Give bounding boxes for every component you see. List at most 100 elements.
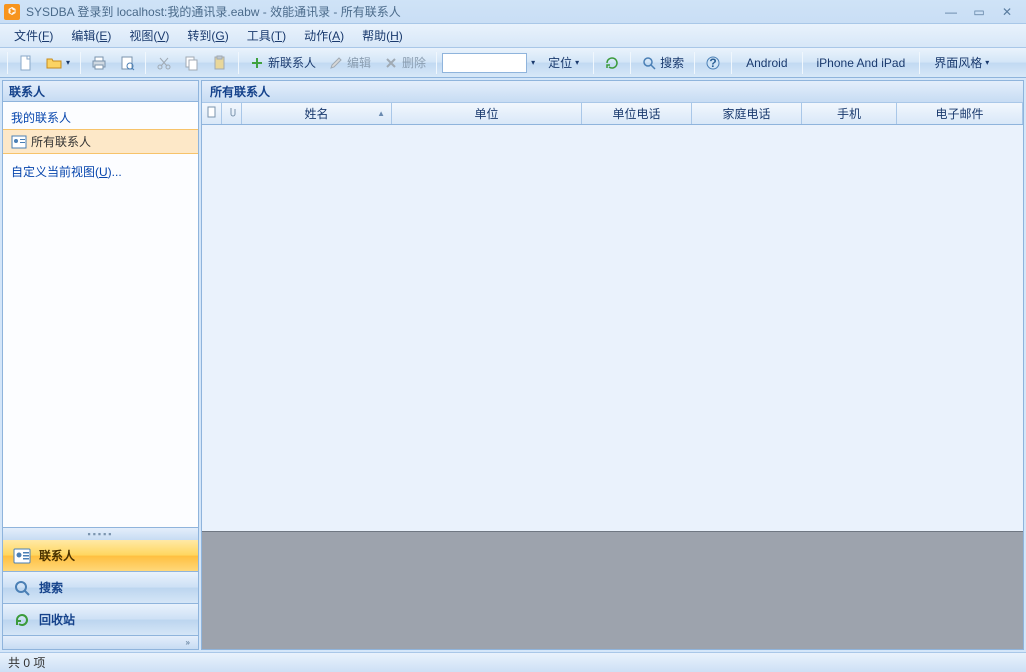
- page-small-icon: [206, 106, 218, 121]
- toolbar-separator: [80, 52, 81, 74]
- magnifier-icon: [13, 579, 31, 597]
- toolbar-separator: [238, 52, 239, 74]
- plus-icon: [249, 55, 265, 71]
- tree-my-contacts[interactable]: 我的联系人: [3, 106, 198, 129]
- nav-contacts-label: 联系人: [39, 547, 75, 564]
- grid-header: 姓名 单位 单位电话 家庭电话 手机 电子邮件: [202, 103, 1023, 125]
- col-home-phone[interactable]: 家庭电话: [692, 103, 802, 124]
- col-flag[interactable]: [202, 103, 222, 124]
- dropdown-caret-icon: ▾: [575, 58, 579, 67]
- menu-goto[interactable]: 转到(G): [179, 25, 236, 46]
- preview-pane: [202, 531, 1023, 649]
- sidebar-tree: 我的联系人 所有联系人 自定义当前视图(U)...: [2, 102, 199, 528]
- window-title: SYSDBA 登录到 localhost:我的通讯录.eabw - 效能通讯录 …: [26, 3, 942, 20]
- new-contact-label: 新联系人: [268, 54, 316, 71]
- toolbar-separator: [694, 52, 695, 74]
- menu-view[interactable]: 视图(V): [121, 25, 177, 46]
- menu-action[interactable]: 动作(A): [296, 25, 352, 46]
- help-button[interactable]: ?: [700, 52, 726, 74]
- toolbar-separator: [919, 52, 920, 74]
- copy-button[interactable]: [179, 52, 205, 74]
- folder-open-icon: [46, 55, 62, 71]
- new-contact-button[interactable]: 新联系人: [244, 52, 321, 74]
- maximize-button[interactable]: ▭: [970, 5, 988, 19]
- nav-recycle[interactable]: 回收站: [2, 604, 199, 636]
- print-preview-button[interactable]: [114, 52, 140, 74]
- menu-edit[interactable]: 编辑(E): [63, 25, 119, 46]
- menu-tools[interactable]: 工具(T): [239, 25, 294, 46]
- app-icon: ⌬: [4, 4, 20, 20]
- menu-bar: 文件(F) 编辑(E) 视图(V) 转到(G) 工具(T) 动作(A) 帮助(H…: [0, 24, 1026, 48]
- toolbar: ▾ 新联系人 编辑 删除 ▾ 定位 ▾ 搜索 ?: [0, 48, 1026, 78]
- nav-contacts[interactable]: 联系人: [2, 540, 199, 572]
- grid-body[interactable]: [202, 125, 1023, 531]
- delete-button[interactable]: 删除: [378, 52, 431, 74]
- toolbar-separator: [593, 52, 594, 74]
- recycle-icon: [13, 611, 31, 629]
- col-work-phone[interactable]: 单位电话: [582, 103, 692, 124]
- iphone-button[interactable]: iPhone And iPad: [808, 52, 915, 74]
- minimize-button[interactable]: —: [942, 5, 960, 19]
- cut-button[interactable]: [151, 52, 177, 74]
- toolbar-separator: [436, 52, 437, 74]
- search-button[interactable]: 搜索: [636, 52, 689, 74]
- locate-button[interactable]: 定位 ▾: [539, 52, 588, 74]
- content-area: 所有联系人 姓名 单位 单位电话 家庭电话 手机 电子邮件: [201, 80, 1024, 650]
- print-preview-icon: [119, 55, 135, 71]
- printer-icon: [91, 55, 107, 71]
- sidebar-header: 联系人: [2, 80, 199, 102]
- refresh-button[interactable]: [599, 52, 625, 74]
- nav-search-label: 搜索: [39, 579, 63, 596]
- tree-all-contacts[interactable]: 所有联系人: [3, 129, 198, 154]
- toolbar-separator: [802, 52, 803, 74]
- pencil-icon: [328, 55, 344, 71]
- page-icon: [18, 55, 34, 71]
- locate-input[interactable]: [442, 53, 527, 73]
- close-button[interactable]: ✕: [998, 5, 1016, 19]
- delete-icon: [383, 55, 399, 71]
- attachment-icon: [226, 106, 238, 121]
- col-attachment[interactable]: [222, 103, 242, 124]
- tree-my-contacts-label: 我的联系人: [11, 109, 71, 126]
- nav-collapse-button[interactable]: »: [2, 636, 199, 650]
- col-name[interactable]: 姓名: [242, 103, 392, 124]
- locate-dropdown-icon[interactable]: ▾: [531, 58, 535, 67]
- paste-button[interactable]: [207, 52, 233, 74]
- search-label: 搜索: [660, 54, 684, 71]
- locate-label: 定位: [548, 54, 572, 71]
- nav-recycle-label: 回收站: [39, 611, 75, 628]
- nav-search[interactable]: 搜索: [2, 572, 199, 604]
- android-button[interactable]: Android: [737, 52, 796, 74]
- main-area: 联系人 我的联系人 所有联系人 自定义当前视图(U)... ▪▪▪▪▪ 联系人 …: [0, 78, 1026, 652]
- contacts-icon: [13, 547, 31, 565]
- scissors-icon: [156, 55, 172, 71]
- tree-custom-view[interactable]: 自定义当前视图(U)...: [3, 160, 198, 183]
- style-button[interactable]: 界面风格 ▾: [925, 52, 998, 74]
- window-controls: — ▭ ✕: [942, 5, 1022, 19]
- tree-all-contacts-label: 所有联系人: [31, 133, 91, 150]
- refresh-icon: [604, 55, 620, 71]
- sidebar: 联系人 我的联系人 所有联系人 自定义当前视图(U)... ▪▪▪▪▪ 联系人 …: [2, 80, 199, 650]
- col-company[interactable]: 单位: [392, 103, 582, 124]
- svg-text:?: ?: [709, 56, 716, 70]
- content-header: 所有联系人: [202, 81, 1023, 103]
- menu-help[interactable]: 帮助(H): [354, 25, 411, 46]
- delete-label: 删除: [402, 54, 426, 71]
- toolbar-separator: [7, 52, 8, 74]
- col-mobile[interactable]: 手机: [802, 103, 897, 124]
- copy-icon: [184, 55, 200, 71]
- new-file-button[interactable]: [13, 52, 39, 74]
- toolbar-separator: [630, 52, 631, 74]
- edit-button[interactable]: 编辑: [323, 52, 376, 74]
- toolbar-separator: [731, 52, 732, 74]
- dropdown-caret-icon: ▾: [985, 58, 989, 67]
- menu-file[interactable]: 文件(F): [6, 25, 61, 46]
- status-bar: 共 0 项: [0, 652, 1026, 672]
- print-button[interactable]: [86, 52, 112, 74]
- col-email[interactable]: 电子邮件: [897, 103, 1023, 124]
- status-text: 共 0 项: [8, 654, 45, 671]
- style-label: 界面风格: [934, 54, 982, 71]
- open-button[interactable]: ▾: [41, 52, 75, 74]
- title-bar: ⌬ SYSDBA 登录到 localhost:我的通讯录.eabw - 效能通讯…: [0, 0, 1026, 24]
- sidebar-splitter[interactable]: ▪▪▪▪▪: [2, 528, 199, 540]
